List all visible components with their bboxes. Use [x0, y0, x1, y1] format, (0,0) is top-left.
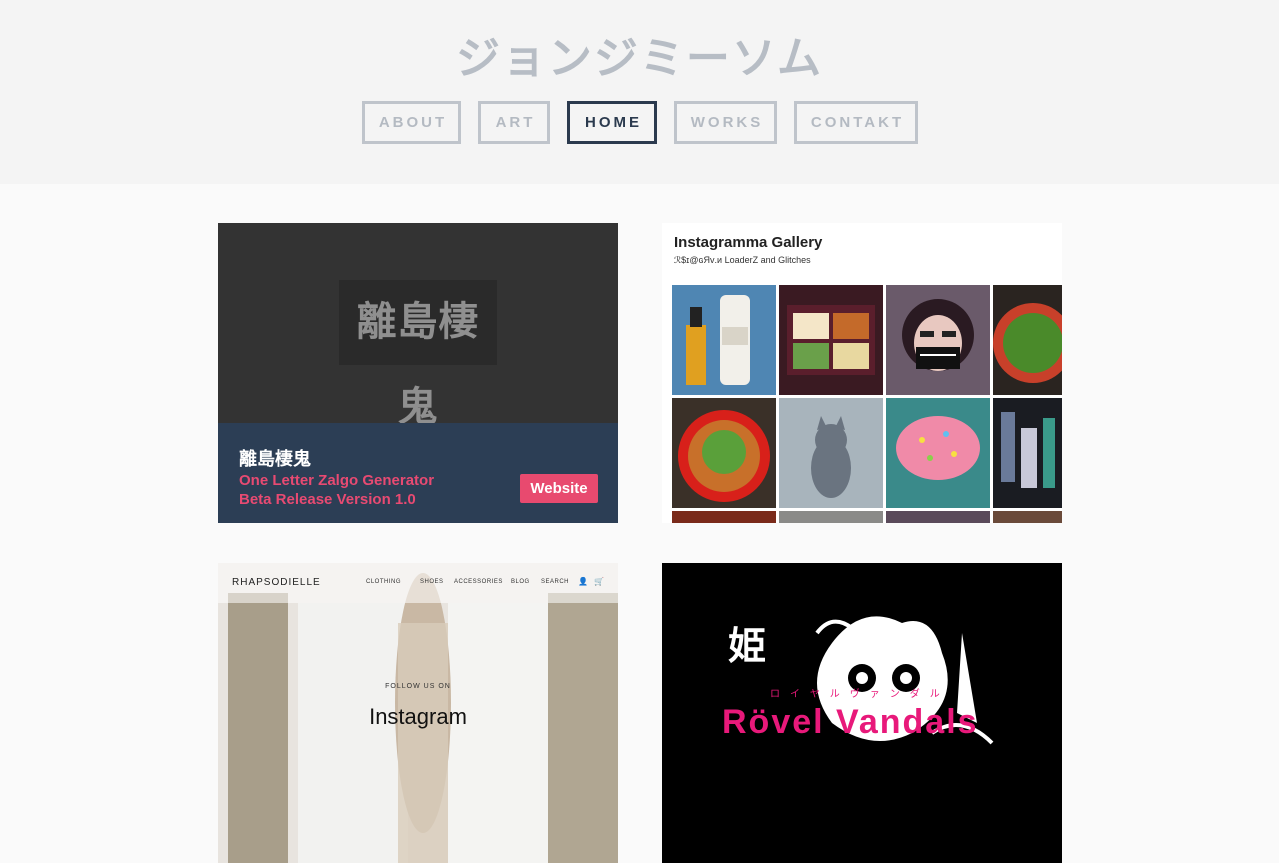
gallery-photo-noodles [672, 398, 776, 508]
nav-home[interactable]: HOME [567, 101, 657, 144]
website-button[interactable]: Website [520, 474, 598, 503]
project-title: 離島棲鬼 [239, 449, 311, 470]
cart-icon: 🛒 [594, 577, 605, 586]
gallery-photo-bottles [672, 285, 776, 395]
gallery-title: Instagramma Gallery [674, 234, 823, 251]
gallery-photo-bento [779, 285, 883, 395]
project-card-rovel-vandals[interactable]: 姫 ロイヤルヴァンダル Rövel Vandals [662, 563, 1062, 863]
nav-about[interactable]: ABOUT [362, 101, 461, 144]
project-description-line2: Beta Release Version 1.0 [239, 491, 416, 508]
user-icon: 👤 [578, 577, 589, 586]
instagram-label: Instagram [369, 704, 467, 729]
gallery-photo-partial [993, 511, 1062, 523]
gallery-photo-figures [993, 398, 1062, 508]
gallery-subtitle: ℛ$ɪ@ɢЯᴠ.ᴎ LoaderZ and Glitches [674, 255, 811, 265]
gallery-photo-partial [779, 511, 883, 523]
site-title: ジョンジミーソム [455, 33, 824, 84]
project-caption: 離島棲鬼 One Letter Zalgo Generator Beta Rel… [218, 423, 618, 523]
gallery-photo-partial [886, 511, 990, 523]
nav-works[interactable]: WORKS [674, 101, 777, 144]
gallery-photo-cupcake [886, 398, 990, 508]
rovel-vandals-title: Rövel Vandals [722, 703, 979, 741]
hime-kanji: 姫 [728, 623, 767, 668]
gallery-photo-ramen [993, 285, 1062, 395]
rhapsodielle-menu-item: CLOTHING [366, 579, 402, 585]
gallery-photo-cat [779, 398, 883, 508]
project-image-kanji: 離島棲鬼 [339, 280, 497, 430]
project-card-rhapsodielle[interactable]: RHAPSODIELLE CLOTHING SHOES ACCESSORIES … [218, 563, 618, 863]
project-description-line1: One Letter Zalgo Generator [239, 472, 435, 489]
nav-art[interactable]: ART [478, 101, 550, 144]
project-card-zalgo[interactable]: 離島棲鬼 離島棲鬼 One Letter Zalgo Generator Bet… [218, 223, 618, 523]
follow-us-label: FOLLOW US ON [385, 683, 451, 690]
gallery-photo-masked-person [886, 285, 990, 395]
katakana-subtitle: ロイヤルヴァンダル [770, 689, 950, 700]
rhapsodielle-menu-item: ACCESSORIES [454, 579, 503, 585]
site-header: ジョンジミーソム ABOUT ART HOME WORKS CONTAKT [0, 0, 1279, 184]
rhapsodielle-menu-item: SHOES [420, 579, 444, 585]
rhapsodielle-menu-item: SEARCH [541, 579, 570, 585]
project-card-instagram-gallery[interactable]: Instagramma Gallery ℛ$ɪ@ɢЯᴠ.ᴎ LoaderZ an… [662, 223, 1062, 523]
nav-contakt[interactable]: CONTAKT [794, 101, 918, 144]
rhapsodielle-brand: RHAPSODIELLE [232, 577, 321, 588]
gallery-photo-partial [672, 511, 776, 523]
rhapsodielle-menu-item: BLOG [511, 579, 530, 585]
